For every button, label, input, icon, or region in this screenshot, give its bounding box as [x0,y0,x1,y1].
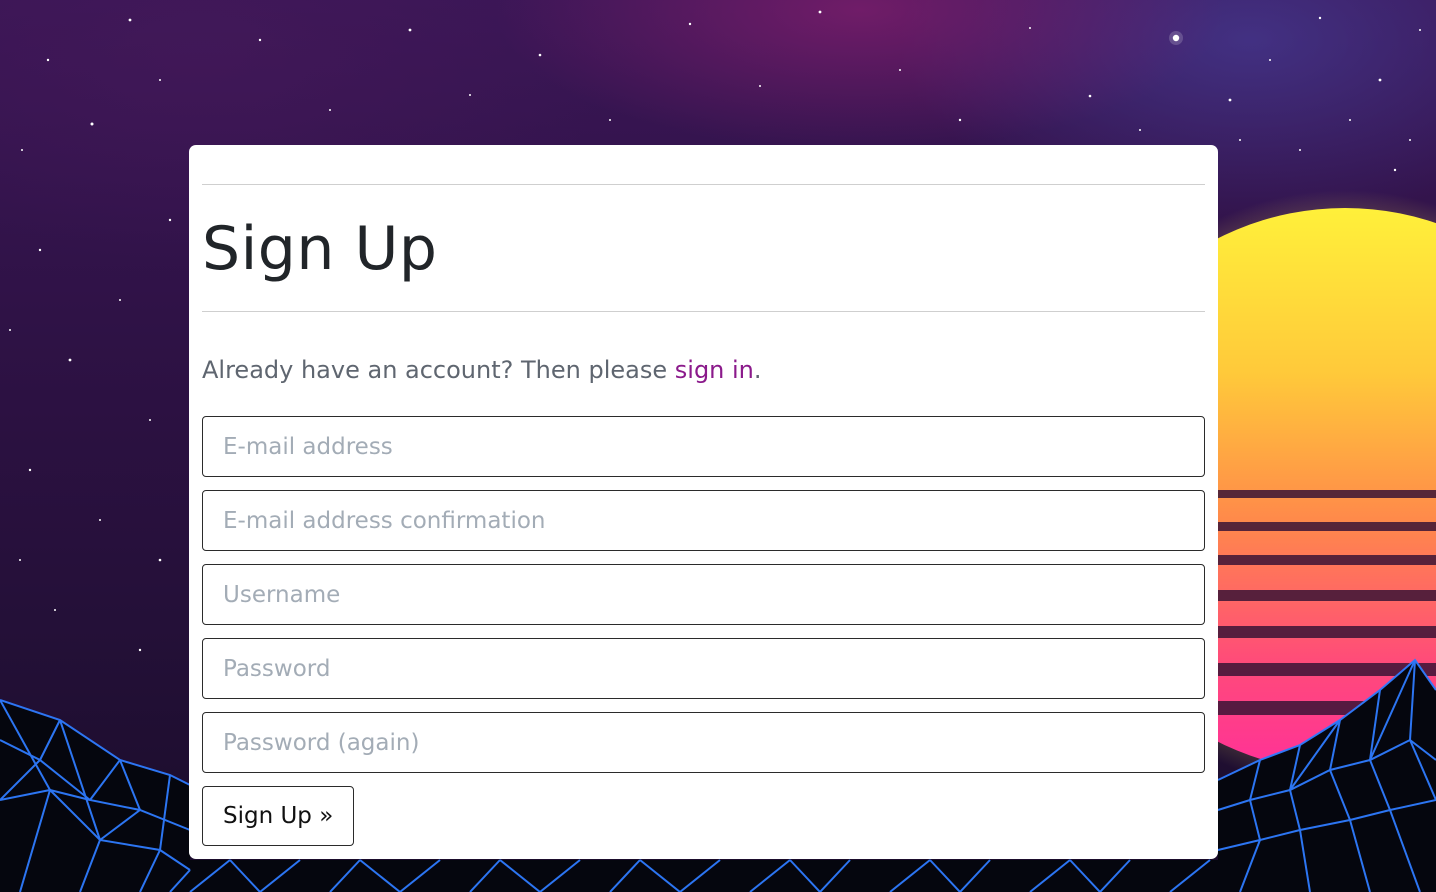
title-divider [202,311,1205,312]
signin-prompt: Already have an account? Then please sig… [202,354,1205,386]
signup-button[interactable]: Sign Up » [202,786,355,846]
signup-card: Sign Up Already have an account? Then pl… [189,145,1218,859]
signup-form: Sign Up » [202,416,1205,846]
signin-prompt-text: Already have an account? Then please [202,356,675,384]
signin-link[interactable]: sign in [675,356,754,384]
email-confirmation-field[interactable] [202,490,1205,551]
username-field[interactable] [202,564,1205,625]
page-title: Sign Up [202,214,438,284]
signin-prompt-suffix: . [753,356,762,384]
password-again-field[interactable] [202,712,1205,773]
password-field[interactable] [202,638,1205,699]
email-field[interactable] [202,416,1205,477]
top-divider [202,184,1205,185]
